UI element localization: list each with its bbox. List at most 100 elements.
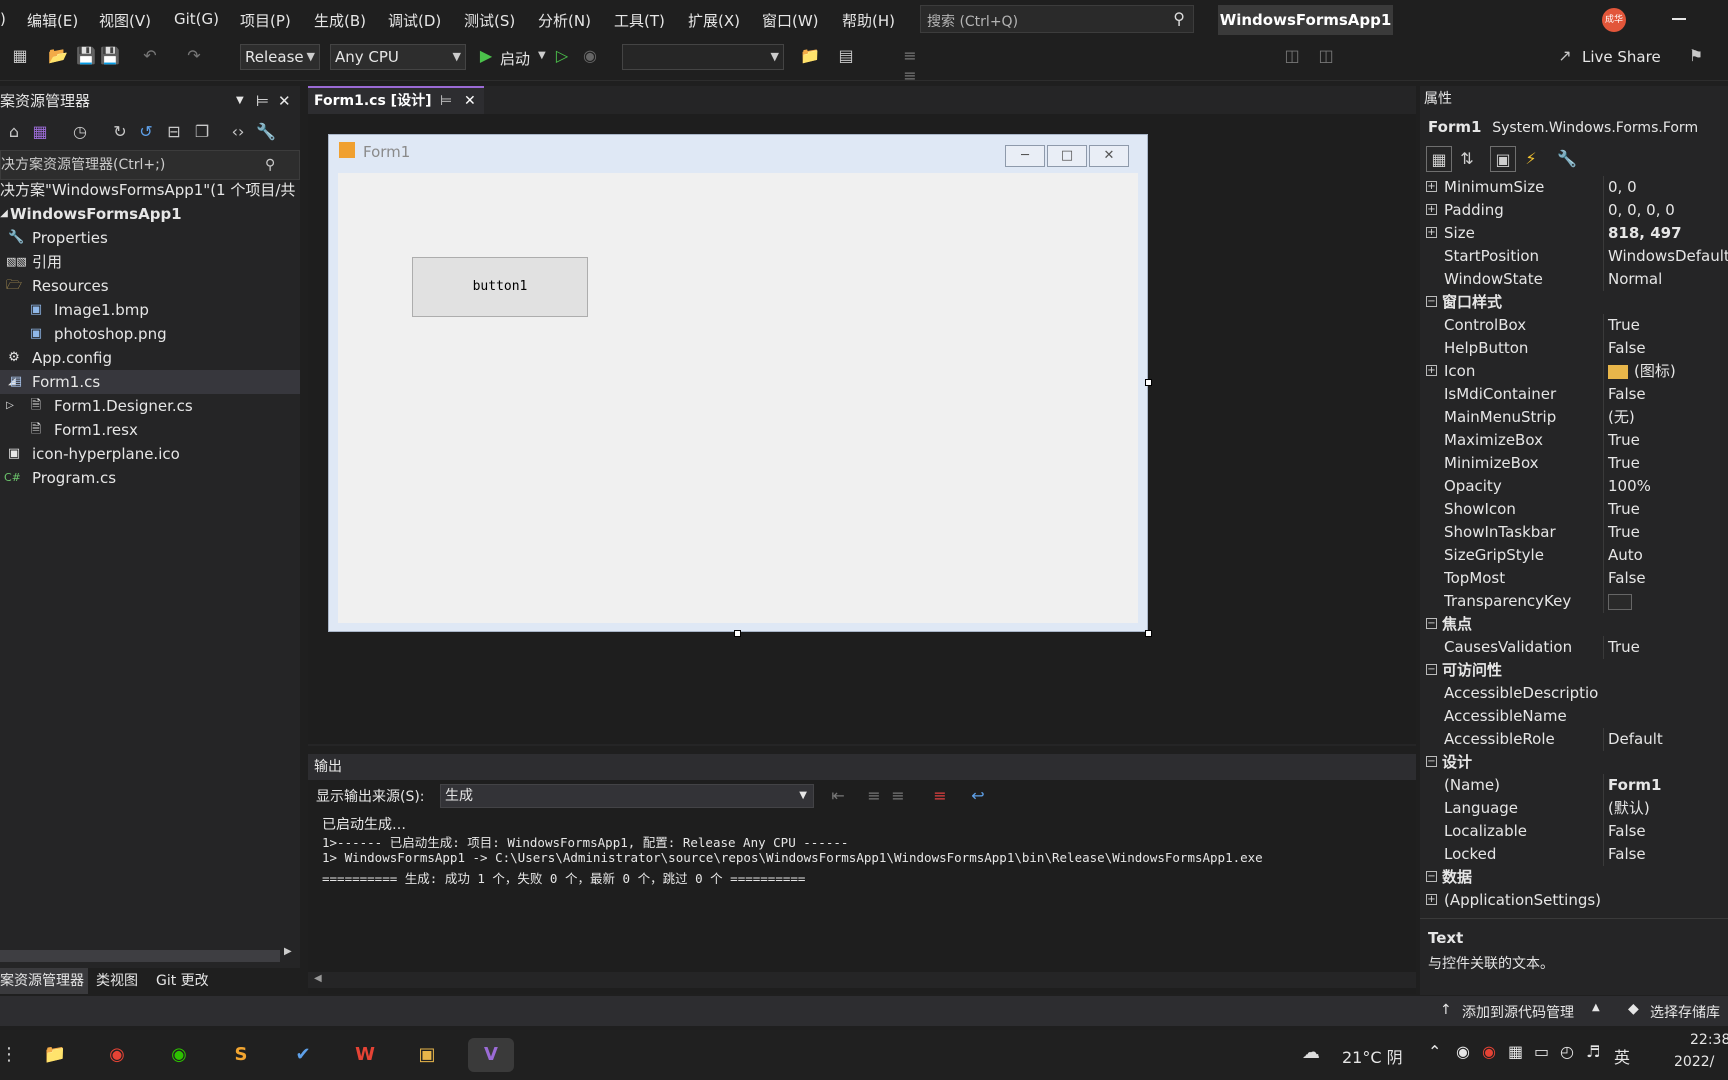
clear-all-icon[interactable]: ≡ (930, 786, 950, 806)
property-row[interactable]: + Icon (图标) (1420, 360, 1728, 383)
share-icon[interactable]: ↗ (1555, 46, 1575, 66)
collapse-icon[interactable]: − (1426, 296, 1437, 307)
collapse-icon[interactable]: − (1426, 871, 1437, 882)
property-pages-icon[interactable]: 🔧 (1554, 146, 1580, 172)
sublime-icon[interactable]: S (224, 1038, 258, 1072)
property-row[interactable]: + Padding 0, 0, 0, 0 (1420, 199, 1728, 222)
order-icon[interactable]: ◫ (1282, 46, 1302, 66)
prev-message-icon[interactable]: ≡ (864, 786, 884, 806)
next-message-icon[interactable]: ≡ (888, 786, 908, 806)
expand-icon[interactable]: + (1426, 181, 1437, 192)
battery-icon[interactable]: ▭ (1534, 1042, 1549, 1061)
wifi-icon[interactable]: ◴ (1560, 1042, 1574, 1061)
chevron-up-icon[interactable]: ▲ (1592, 1002, 1600, 1013)
menu-git[interactable]: Git(G) (174, 10, 219, 28)
resize-handle-right[interactable] (1145, 379, 1152, 386)
configuration-dropdown[interactable]: Release ▼ (240, 44, 320, 70)
live-share-button[interactable]: Live Share (1582, 48, 1661, 66)
property-row[interactable]: Opacity 100% (1420, 475, 1728, 498)
form-close-icon[interactable]: ✕ (1089, 145, 1129, 167)
layout-icon[interactable]: ▤ (836, 46, 856, 66)
property-row[interactable]: AccessibleName (1420, 705, 1728, 728)
tab-form1-designer[interactable]: Form1.cs [设计] ⊨ ✕ (308, 86, 484, 114)
output-horizontal-scrollbar[interactable]: ◀ (308, 972, 1416, 988)
collapse-icon[interactable]: − (1426, 664, 1437, 675)
resize-handle-bottom[interactable] (734, 630, 741, 637)
minimize-window-icon[interactable] (1672, 18, 1686, 20)
solution-search-input[interactable]: 决方案资源管理器(Ctrl+;) ⚲ (0, 150, 300, 180)
feedback-icon[interactable]: ⚑ (1686, 46, 1706, 66)
form1-window[interactable]: Form1 ─ □ ✕ (328, 134, 1148, 632)
add-to-source-control-button[interactable]: 添加到源代码管理 (1462, 1002, 1574, 1022)
property-row[interactable]: ShowInTaskbar True (1420, 521, 1728, 544)
tree-item-form1-designer[interactable]: ▷ 🗎 Form1.Designer.cs (0, 394, 300, 418)
pin-icon[interactable]: ⊨ (440, 88, 452, 114)
collapse-all-icon[interactable]: ⊟ (164, 122, 184, 142)
switch-views-icon[interactable]: ▦ (30, 122, 50, 142)
tree-item-program[interactable]: C# Program.cs (0, 466, 300, 490)
property-row[interactable]: Locked False (1420, 843, 1728, 866)
close-tab-icon[interactable]: ✕ (464, 88, 476, 114)
menu-debug[interactable]: 调试(D) (388, 10, 441, 31)
property-category[interactable]: − 窗口样式 (1420, 291, 1728, 314)
alphabetical-icon[interactable]: ⇅ (1454, 146, 1480, 172)
property-row[interactable]: IsMdiContainer False (1420, 383, 1728, 406)
search-box[interactable]: 搜索 (Ctrl+Q) ⚲ (920, 5, 1194, 33)
platform-dropdown[interactable]: Any CPU ▼ (330, 44, 466, 70)
photo-icon[interactable]: ▣ (410, 1038, 444, 1072)
volume-icon[interactable]: ♬ (1586, 1042, 1600, 1061)
menu-test[interactable]: 测试(S) (464, 10, 515, 31)
network-icon[interactable]: ▦ (1508, 1042, 1523, 1061)
chrome-icon[interactable]: ◉ (100, 1038, 134, 1072)
resize-handle-corner[interactable] (1145, 630, 1152, 637)
properties-view-icon[interactable]: ▣ (1490, 146, 1516, 172)
expand-icon[interactable]: + (1426, 227, 1437, 238)
property-row[interactable]: + MinimumSize 0, 0 (1420, 176, 1728, 199)
pin-icon[interactable]: ⊨ (256, 86, 269, 116)
target-dropdown[interactable]: ▼ (622, 44, 784, 70)
property-row[interactable]: ControlBox True (1420, 314, 1728, 337)
expand-icon[interactable]: + (1426, 365, 1437, 376)
property-category[interactable]: − 设计 (1420, 751, 1728, 774)
menu-edit[interactable]: 编辑(E) (27, 10, 78, 31)
start-without-debugging-icon[interactable]: ▷ (552, 46, 572, 66)
start-play-icon[interactable]: ▶ (476, 46, 496, 66)
property-row[interactable]: Language (默认) (1420, 797, 1728, 820)
find-message-icon[interactable]: ⇤ (828, 786, 848, 806)
tree-item-properties[interactable]: 🔧 Properties (0, 226, 300, 250)
start-button-label[interactable]: 启动 (500, 48, 530, 69)
horizontal-scrollbar[interactable] (0, 950, 280, 962)
pending-changes-icon[interactable]: ◷ (70, 122, 90, 142)
property-category[interactable]: − 焦点 (1420, 613, 1728, 636)
chevron-down-icon[interactable]: ▼ (236, 86, 244, 116)
folder-icon[interactable]: 📁 (800, 46, 820, 66)
order-back-icon[interactable]: ◫ (1316, 46, 1336, 66)
property-row[interactable]: MinimizeBox True (1420, 452, 1728, 475)
property-category[interactable]: − 可访问性 (1420, 659, 1728, 682)
sync-icon[interactable]: ↻ (110, 122, 130, 142)
form-minimize-icon[interactable]: ─ (1005, 145, 1045, 167)
visual-studio-icon[interactable]: V (468, 1038, 514, 1072)
word-wrap-icon[interactable]: ↩ (968, 786, 988, 806)
tree-item-photoshop[interactable]: ▣ photoshop.png (0, 322, 300, 346)
undo-icon[interactable]: ↶ (140, 46, 160, 66)
property-row[interactable]: MaximizeBox True (1420, 429, 1728, 452)
property-row[interactable]: WindowState Normal (1420, 268, 1728, 291)
tree-item-resources[interactable]: 🗁 Resources (0, 274, 300, 298)
tree-item-solution[interactable]: 决方案"WindowsFormsApp1"(1 个项目/共 (0, 178, 300, 202)
menu-extensions[interactable]: 扩展(X) (688, 10, 740, 31)
redo-icon[interactable]: ↷ (184, 46, 204, 66)
chevron-down-icon[interactable]: ▼ (538, 50, 546, 61)
save-all-icon[interactable]: 💾 (100, 46, 120, 66)
menu-project[interactable]: 项目(P) (240, 10, 291, 31)
menu-help[interactable]: 帮助(H) (842, 10, 895, 31)
tree-item-icon-file[interactable]: ▣ icon-hyperplane.ico (0, 442, 300, 466)
new-project-icon[interactable]: ▦ (10, 46, 30, 66)
property-category[interactable]: − 数据 (1420, 866, 1728, 889)
property-row[interactable]: AccessibleDescriptio (1420, 682, 1728, 705)
property-row[interactable]: AccessibleRole Default (1420, 728, 1728, 751)
output-source-dropdown[interactable]: 生成 ▼ (440, 784, 814, 808)
expand-icon[interactable]: + (1426, 894, 1437, 905)
events-icon[interactable]: ⚡ (1518, 146, 1544, 172)
chevron-right-icon[interactable]: ▷ (2, 398, 18, 414)
